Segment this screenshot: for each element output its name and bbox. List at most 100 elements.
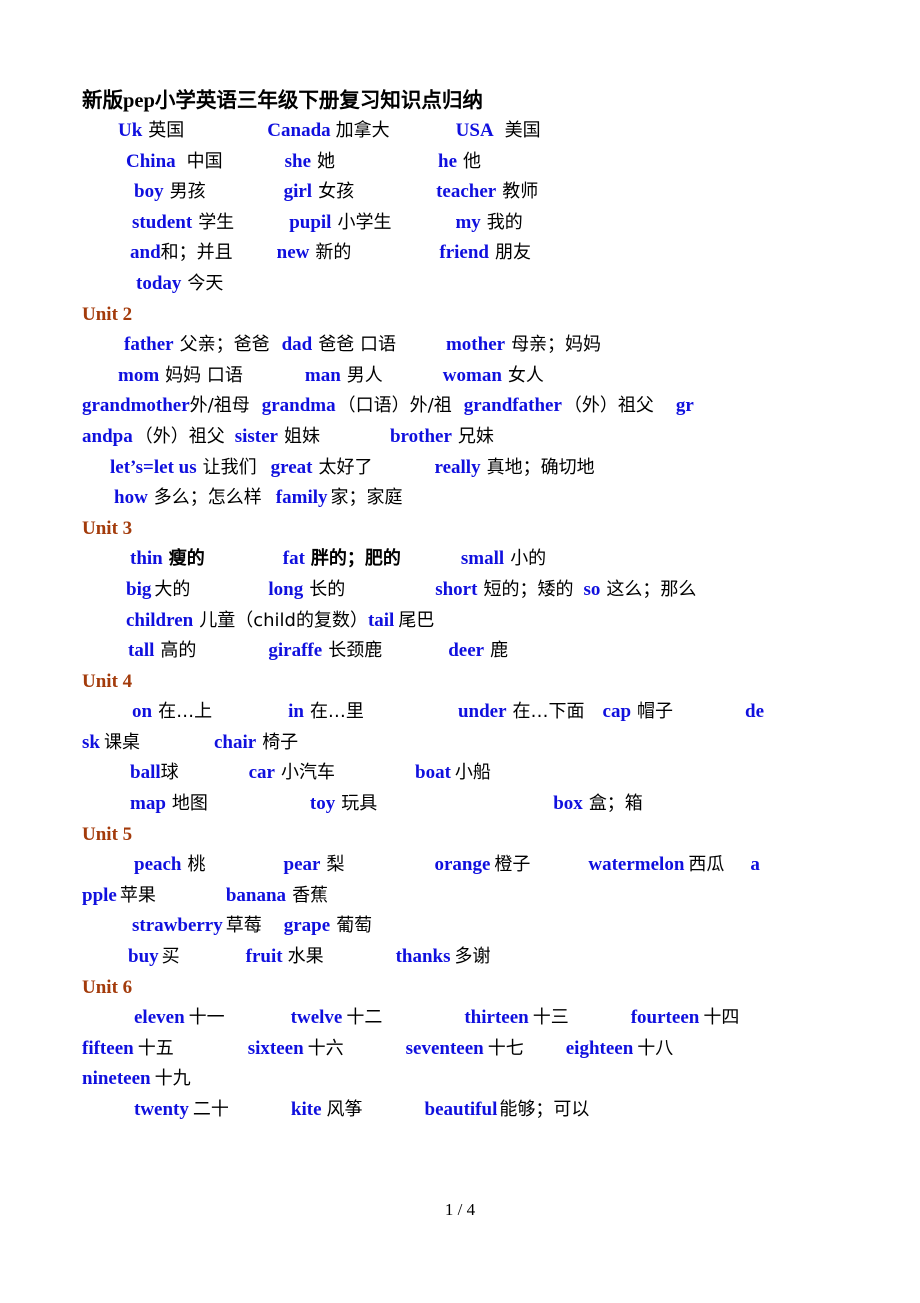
english-word: today [136, 272, 182, 294]
english-word: let’s=let us [110, 456, 197, 478]
chinese-gloss: 父亲；爸爸 [179, 334, 270, 356]
english-word: banana [225, 884, 287, 906]
vocabulary-line: andpa （外）祖父 sister 姐妹 brother 兄妹 [82, 422, 842, 453]
english-word: and [130, 242, 161, 264]
vocabulary-line: strawberry 草莓 grape 葡萄 [82, 911, 842, 942]
vocabulary-line: and和；并且 new 新的 friend 朋友 [82, 238, 842, 269]
chinese-gloss: 梨 [326, 854, 345, 876]
chinese-gloss: （口语）外/祖 [337, 395, 452, 417]
chinese-gloss: 十三 [532, 1007, 569, 1029]
english-word: buy [128, 946, 159, 968]
english-word: grandmother [82, 395, 190, 417]
chinese-gloss: 小学生 [337, 211, 392, 233]
english-word: peach [134, 854, 182, 876]
chinese-gloss: 西瓜 [688, 854, 725, 876]
vocabulary-line: nineteen 十九 [82, 1064, 842, 1095]
chinese-gloss: 英国 [148, 120, 185, 141]
english-word: map [130, 793, 166, 815]
english-word: grandfather [463, 395, 562, 417]
english-word: long [268, 578, 304, 600]
chinese-gloss: 她 [317, 150, 336, 172]
english-word: nineteen [82, 1068, 151, 1090]
english-word: man [304, 364, 341, 386]
english-word: eighteen [565, 1037, 634, 1059]
english-word: chair [213, 731, 257, 753]
chinese-gloss: 球 [160, 762, 179, 784]
english-word: father [124, 334, 174, 356]
vocabulary-line: Uk 英国 Canada 加拿大 USA 美国 [82, 116, 842, 147]
chinese-gloss: 十一 [188, 1007, 225, 1029]
vocabulary-line: children 儿童（child的复数）tail 尾巴 [82, 606, 842, 637]
english-word: thanks [395, 946, 451, 968]
english-word: thirteen [464, 1007, 529, 1029]
english-word: strawberry [132, 915, 223, 937]
english-word: he [438, 150, 458, 172]
english-word: my [455, 211, 481, 233]
chinese-gloss: 学生 [198, 211, 235, 233]
vocabulary-line: ball球 car 小汽车 boat 小船 [82, 758, 842, 789]
english-word: on [132, 701, 153, 723]
chinese-gloss: 葡萄 [336, 915, 373, 937]
vocabulary-line: twenty 二十 kite 风筝 beautiful 能够；可以 [82, 1095, 842, 1126]
vocabulary-line: let’s=let us 让我们 great 太好了 really 真地；确切地 [82, 453, 842, 484]
english-word: beautiful [424, 1099, 498, 1120]
chinese-gloss: 胖的；肥的 [310, 548, 401, 570]
vocabulary-line: buy 买 fruit 水果 thanks 多谢 [82, 942, 842, 973]
vocabulary-line: student 学生 pupil 小学生 my 我的 [82, 208, 842, 239]
chinese-gloss: 中国 [186, 150, 223, 172]
document-page: 新版pep小学英语三年级下册复习知识点归纳 Uk 英国 Canada 加拿大 USA 美国… [0, 0, 920, 1303]
english-word: pupil [289, 211, 332, 233]
vocabulary-line: father 父亲；爸爸 dad 爸爸 口语 mother 母亲；妈妈 [82, 330, 842, 361]
vocabulary-line: China 中国 she 她 he 他 [82, 147, 842, 178]
chinese-gloss: 尾巴 [398, 609, 435, 631]
english-word: new [276, 242, 310, 264]
english-word: fourteen [630, 1007, 700, 1029]
english-word: tall [128, 640, 155, 662]
page-title: 新版pep小学英语三年级下册复习知识点归纳 [82, 90, 483, 112]
chinese-gloss: 我的 [486, 211, 523, 233]
vocabulary-line: fifteen 十五 sixteen 十六 seventeen 十七 eighteen 十八 [82, 1034, 842, 1065]
vocabulary-line: thin 瘦的 fat 胖的；肥的 small 小的 [82, 544, 842, 575]
english-word: grandma [261, 395, 336, 417]
vocabulary-line: sk 课桌 chair 椅子 [82, 728, 842, 759]
vocabulary-line: map 地图 toy 玩具 box 盒；箱 [82, 789, 842, 820]
chinese-gloss: 朋友 [494, 242, 531, 264]
chinese-gloss: 桃 [187, 854, 206, 876]
english-word: girl [283, 181, 313, 203]
chinese-gloss: 小船 [454, 762, 491, 784]
chinese-gloss: 让我们 [202, 456, 257, 478]
chinese-gloss: 十五 [137, 1037, 174, 1059]
english-word: orange [434, 854, 491, 876]
english-word: brother [389, 425, 452, 447]
chinese-gloss: 地图 [171, 793, 208, 815]
vocabulary-line: tall 高的 giraffe 长颈鹿 deer 鹿 [82, 636, 842, 667]
chinese-gloss: 草莓 [225, 915, 262, 937]
chinese-gloss: 多谢 [454, 946, 491, 968]
english-word: a [750, 854, 760, 876]
vocabulary-line: big 大的 long 长的 short 短的；矮的 so 这么；那么 [82, 575, 842, 606]
english-word: under [457, 701, 507, 723]
vocabulary-line: mom 妈妈 口语 man 男人 woman 女人 [82, 361, 842, 392]
english-word: family [275, 487, 328, 509]
english-word: Canada [267, 120, 331, 141]
english-word: China [126, 150, 176, 172]
chinese-gloss: 二十 [192, 1099, 229, 1120]
english-word: deer [448, 640, 485, 662]
chinese-gloss: 十二 [346, 1007, 383, 1029]
english-word: great [270, 456, 313, 478]
page-footer: 1 / 4 [444, 1200, 476, 1219]
chinese-gloss: （外）祖父 [563, 395, 654, 417]
english-word: fifteen [82, 1037, 134, 1059]
english-word: de [745, 701, 765, 723]
english-word: andpa [82, 425, 133, 447]
english-word: Uk [118, 120, 143, 141]
chinese-gloss: 这么；那么 [606, 578, 697, 600]
chinese-gloss: 玩具 [341, 793, 378, 815]
english-word: ball [130, 762, 161, 784]
english-word: sixteen [247, 1037, 304, 1059]
chinese-gloss: 儿童（child的复数） [199, 609, 368, 631]
chinese-gloss: 盒；箱 [588, 793, 643, 815]
english-word: really [434, 456, 481, 478]
chinese-gloss: 十七 [487, 1037, 524, 1059]
chinese-gloss: （外）祖父 [134, 425, 225, 447]
